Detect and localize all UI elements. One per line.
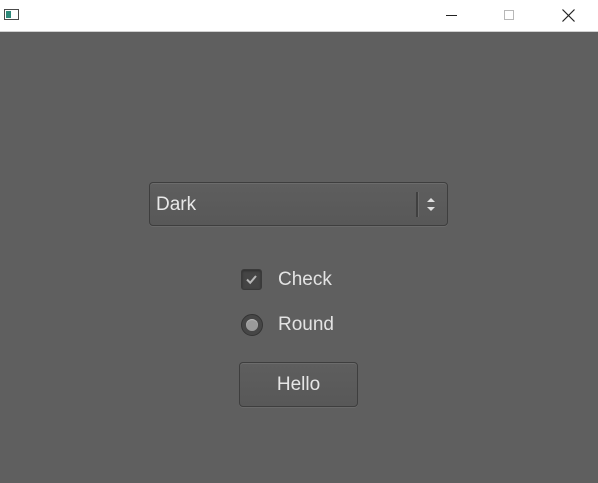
round-radio[interactable] — [241, 314, 263, 336]
hello-button[interactable]: Hello — [239, 362, 358, 407]
radio-dot — [246, 319, 258, 331]
maximize-button[interactable] — [487, 0, 533, 31]
maximize-icon — [504, 10, 514, 20]
app-window-icon — [4, 9, 19, 20]
minimize-button[interactable] — [429, 0, 475, 31]
close-button[interactable] — [545, 0, 591, 31]
minimize-icon — [446, 15, 457, 16]
up-down-arrows-icon[interactable] — [426, 196, 436, 213]
theme-combobox[interactable]: Dark — [149, 182, 448, 226]
check-checkbox[interactable] — [241, 269, 262, 290]
app-window: Dark Check Round Hello — [0, 0, 598, 483]
check-label: Check — [278, 269, 332, 290]
combobox-separator — [416, 192, 419, 217]
round-label: Round — [278, 314, 334, 335]
checkmark-icon — [246, 275, 257, 285]
close-icon — [562, 9, 575, 22]
combobox-selected-value: Dark — [156, 194, 197, 215]
title-bar[interactable] — [0, 0, 598, 32]
